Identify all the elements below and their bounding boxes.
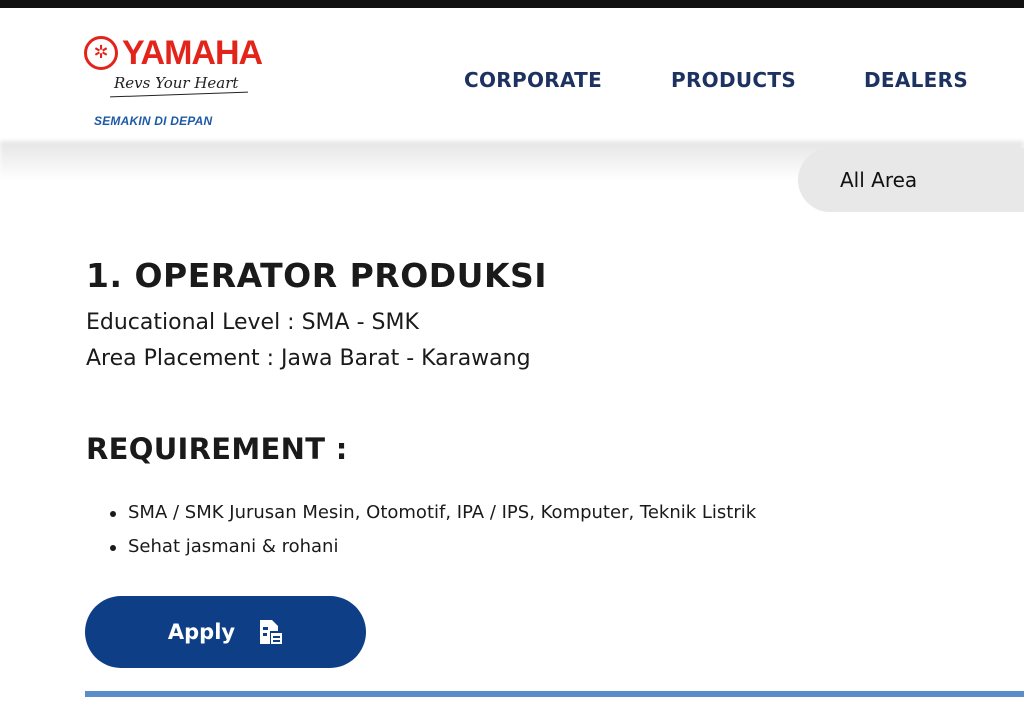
yamaha-logo[interactable]: ✲ YAMAHA Revs Your Heart SEMAKIN DI DEPA…	[84, 30, 284, 140]
brand-name: YAMAHA	[122, 34, 263, 72]
tuning-fork-icon: ✲	[84, 36, 118, 70]
brand-tagline: Revs Your Heart	[114, 74, 239, 92]
nav-dealers[interactable]: DEALERS	[864, 68, 968, 92]
apply-button[interactable]: Apply	[85, 596, 366, 668]
requirement-heading: REQUIREMENT :	[86, 432, 348, 466]
section-divider	[85, 691, 1024, 697]
logo-mark: ✲ YAMAHA	[84, 34, 263, 72]
requirement-list: SMA / SMK Jurusan Mesin, Otomotif, IPA /…	[108, 496, 756, 564]
educational-level: Educational Level : SMA - SMK	[86, 310, 419, 335]
apply-label: Apply	[167, 620, 236, 644]
brand-slogan: SEMAKIN DI DEPAN	[94, 114, 213, 128]
tagline-underline	[110, 91, 248, 98]
top-bar	[0, 0, 1024, 8]
nav-corporate[interactable]: CORPORATE	[464, 68, 602, 92]
requirement-item: SMA / SMK Jurusan Mesin, Otomotif, IPA /…	[108, 496, 756, 530]
document-form-icon	[260, 620, 283, 644]
job-title: 1. OPERATOR PRODUKSI	[86, 256, 548, 295]
site-header: ✲ YAMAHA Revs Your Heart SEMAKIN DI DEPA…	[0, 8, 1024, 141]
nav-products[interactable]: PRODUCTS	[671, 68, 796, 92]
area-filter-select[interactable]: All Area	[798, 148, 1024, 212]
area-filter-value: All Area	[840, 168, 918, 192]
requirement-item: Sehat jasmani & rohani	[108, 530, 756, 564]
area-placement: Area Placement : Jawa Barat - Karawang	[86, 346, 531, 371]
